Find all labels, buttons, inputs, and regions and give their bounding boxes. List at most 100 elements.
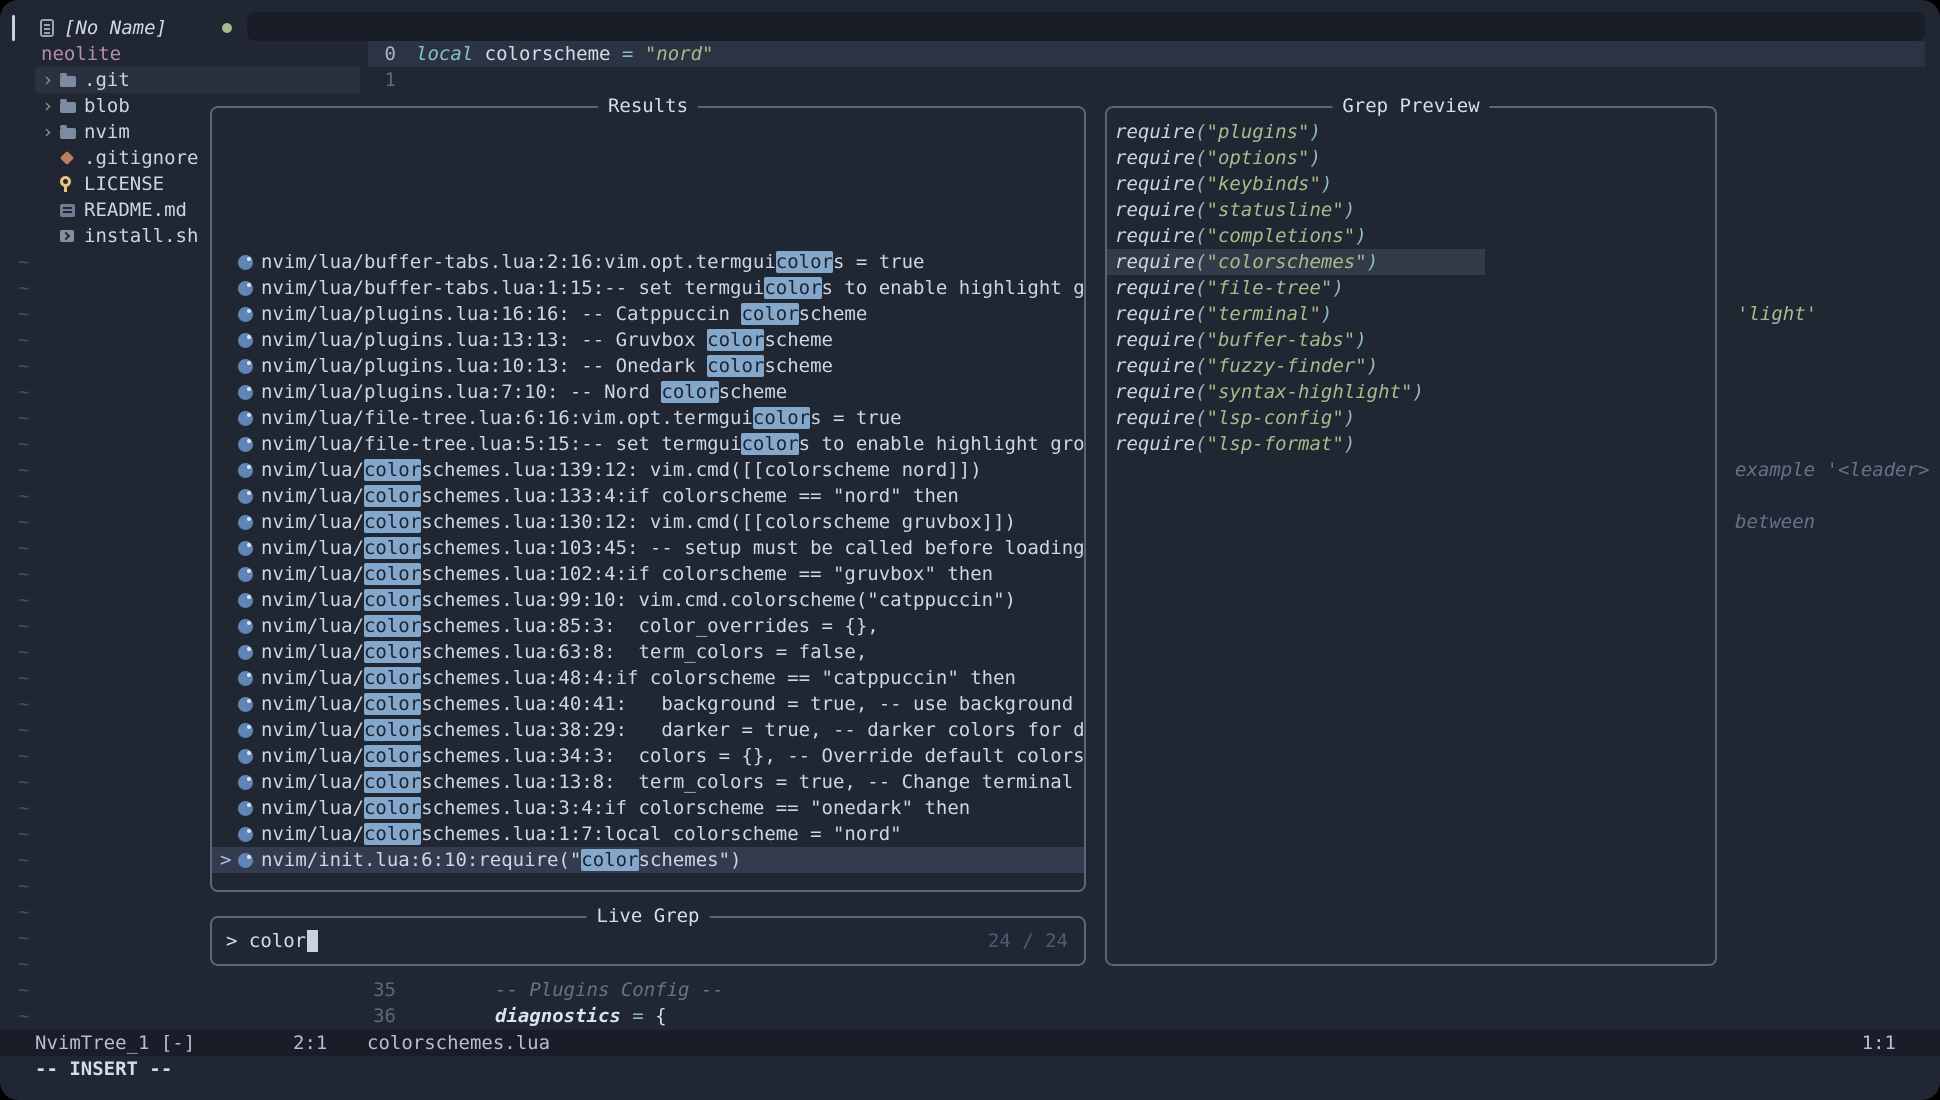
- result-row[interactable]: nvim/lua/colorschemes.lua:99:10: vim.cmd…: [212, 587, 1084, 613]
- result-row[interactable]: nvim/lua/colorschemes.lua:38:29: darker …: [212, 717, 1084, 743]
- result-text: nvim/lua/colorschemes.lua:130:12: vim.cm…: [261, 509, 1084, 535]
- result-row[interactable]: nvim/lua/colorschemes.lua:139:12: vim.cm…: [212, 457, 1084, 483]
- result-text-post: s = true: [810, 407, 902, 429]
- background-code-fragment: 'light': [1737, 301, 1817, 327]
- result-text: nvim/lua/colorschemes.lua:102:4:if color…: [261, 561, 1084, 587]
- result-row[interactable]: nvim/lua/colorschemes.lua:130:12: vim.cm…: [212, 509, 1084, 535]
- result-row[interactable]: nvim/lua/colorschemes.lua:102:4:if color…: [212, 561, 1084, 587]
- code-string: "options": [1207, 147, 1310, 169]
- result-row[interactable]: nvim/lua/plugins.lua:7:10: -- Nord color…: [212, 379, 1084, 405]
- tilde-marker: ~: [18, 509, 29, 535]
- lua-file-icon: [238, 359, 253, 374]
- result-row[interactable]: nvim/lua/plugins.lua:10:13: -- Onedark c…: [212, 353, 1084, 379]
- results-list: nvim/lua/buffer-tabs.lua:2:16:vim.opt.te…: [212, 249, 1084, 873]
- preview-line: require("completions"): [1107, 223, 1715, 249]
- result-row[interactable]: nvim/lua/colorschemes.lua:133:4:if color…: [212, 483, 1084, 509]
- lua-file-icon: [238, 619, 253, 634]
- result-text-post: s = true: [833, 251, 925, 273]
- match-highlight: color: [707, 329, 764, 351]
- lua-file-icon: [238, 307, 253, 322]
- tilde-marker: ~: [18, 405, 29, 431]
- tilde-marker: ~: [18, 847, 29, 873]
- result-row[interactable]: nvim/lua/colorschemes.lua:48:4:if colors…: [212, 665, 1084, 691]
- lua-file-icon: [238, 411, 253, 426]
- result-row[interactable]: nvim/lua/colorschemes.lua:34:3: colors =…: [212, 743, 1084, 769]
- tree-root-label[interactable]: neolite: [41, 41, 121, 67]
- result-text-post: schemes.lua:103:45: -- setup must be cal…: [421, 537, 1084, 559]
- results-window: Results nvim/lua/buffer-tabs.lua:2:16:vi…: [210, 106, 1086, 892]
- lua-file-icon: [238, 437, 253, 452]
- code-paren: (: [1195, 277, 1206, 299]
- result-row[interactable]: nvim/lua/plugins.lua:16:16: -- Catppucci…: [212, 301, 1084, 327]
- match-highlight: color: [364, 511, 421, 533]
- results-window-title: Results: [598, 93, 698, 119]
- result-row[interactable]: >nvim/init.lua:6:10:require("colorscheme…: [212, 847, 1084, 873]
- tree-item-label: install.sh: [84, 225, 198, 247]
- tree-item-label: LICENSE: [84, 173, 164, 195]
- tilde-marker: ~: [18, 639, 29, 665]
- code-line: diagnostics = {: [495, 1003, 667, 1029]
- buffer-tab[interactable]: [No Name]: [64, 15, 167, 41]
- file-type-icon: [60, 151, 74, 165]
- tilde-marker: ~: [18, 821, 29, 847]
- tabline-empty-area: [247, 12, 1925, 41]
- code-function: require: [1115, 173, 1195, 195]
- result-row[interactable]: nvim/lua/colorschemes.lua:103:45: -- set…: [212, 535, 1084, 561]
- result-text: nvim/lua/colorschemes.lua:103:45: -- set…: [261, 535, 1084, 561]
- code-keyword: local: [416, 43, 473, 65]
- code-paren: (: [1195, 147, 1206, 169]
- match-highlight: color: [661, 381, 718, 403]
- result-row[interactable]: nvim/lua/colorschemes.lua:40:41: backgro…: [212, 691, 1084, 717]
- code-string: "file-tree": [1207, 277, 1333, 299]
- tree-item[interactable]: ›.git: [35, 67, 360, 93]
- code-function: require: [1115, 303, 1195, 325]
- lua-file-icon: [238, 827, 253, 842]
- match-highlight: color: [764, 277, 821, 299]
- result-row[interactable]: nvim/lua/colorschemes.lua:3:4:if colorsc…: [212, 795, 1084, 821]
- result-row[interactable]: nvim/lua/buffer-tabs.lua:2:16:vim.opt.te…: [212, 249, 1084, 275]
- result-text-pre: nvim/lua/: [261, 511, 364, 533]
- preview-line: require("file-tree"): [1107, 275, 1715, 301]
- code-paren: (: [1195, 329, 1206, 351]
- mode-indicator: -- INSERT --: [35, 1056, 172, 1082]
- code-string: "lsp-format": [1207, 433, 1344, 455]
- lua-file-icon: [238, 749, 253, 764]
- code-comment: -- Plugins Config --: [495, 977, 724, 1003]
- result-text-pre: nvim/lua/buffer-tabs.lua:1:15:-- set ter…: [261, 277, 764, 299]
- result-row[interactable]: nvim/lua/buffer-tabs.lua:1:15:-- set ter…: [212, 275, 1084, 301]
- result-text-pre: nvim/init.lua:6:10:require(": [261, 849, 581, 871]
- preview-line: require("terminal"): [1107, 301, 1715, 327]
- code-paren: ): [1332, 277, 1343, 299]
- result-text: nvim/lua/colorschemes.lua:133:4:if color…: [261, 483, 1084, 509]
- result-text-post: scheme: [764, 355, 833, 377]
- background-code-fragment: between: [1735, 509, 1815, 535]
- search-input[interactable]: color: [249, 928, 306, 954]
- tree-item-label: .gitignore: [84, 147, 198, 169]
- line-number: 0: [350, 41, 396, 67]
- result-row[interactable]: nvim/lua/file-tree.lua:5:15:-- set termg…: [212, 431, 1084, 457]
- result-text-pre: nvim/lua/plugins.lua:7:10: -- Nord: [261, 381, 661, 403]
- match-highlight: color: [707, 355, 764, 377]
- tree-item-label: README.md: [84, 199, 187, 221]
- tilde-marker: ~: [18, 561, 29, 587]
- match-highlight: color: [364, 797, 421, 819]
- preview-line: require("fuzzy-finder"): [1107, 353, 1715, 379]
- tilde-marker: ~: [18, 353, 29, 379]
- result-row[interactable]: nvim/lua/file-tree.lua:6:16:vim.opt.term…: [212, 405, 1084, 431]
- code-paren: (: [1195, 303, 1206, 325]
- result-row[interactable]: nvim/lua/colorschemes.lua:1:7:local colo…: [212, 821, 1084, 847]
- result-text: nvim/lua/colorschemes.lua:40:41: backgro…: [261, 691, 1084, 717]
- lua-file-icon: [238, 801, 253, 816]
- result-row[interactable]: nvim/lua/colorschemes.lua:85:3: color_ov…: [212, 613, 1084, 639]
- live-grep-window[interactable]: Live Grep > color 24 / 24: [210, 916, 1086, 966]
- result-row[interactable]: nvim/lua/colorschemes.lua:63:8: term_col…: [212, 639, 1084, 665]
- result-text-pre: nvim/lua/buffer-tabs.lua:2:16:vim.opt.te…: [261, 251, 776, 273]
- result-row[interactable]: nvim/lua/plugins.lua:13:13: -- Gruvbox c…: [212, 327, 1084, 353]
- background-code-fragment: example '<leader>: [1735, 457, 1929, 483]
- statusline-cursor-position-right: 1:1: [1862, 1030, 1896, 1056]
- result-row[interactable]: nvim/lua/colorschemes.lua:13:8: term_col…: [212, 769, 1084, 795]
- match-highlight: color: [364, 485, 421, 507]
- tilde-marker: ~: [18, 769, 29, 795]
- file-type-icon: [60, 176, 71, 187]
- preview-line: require("statusline"): [1107, 197, 1715, 223]
